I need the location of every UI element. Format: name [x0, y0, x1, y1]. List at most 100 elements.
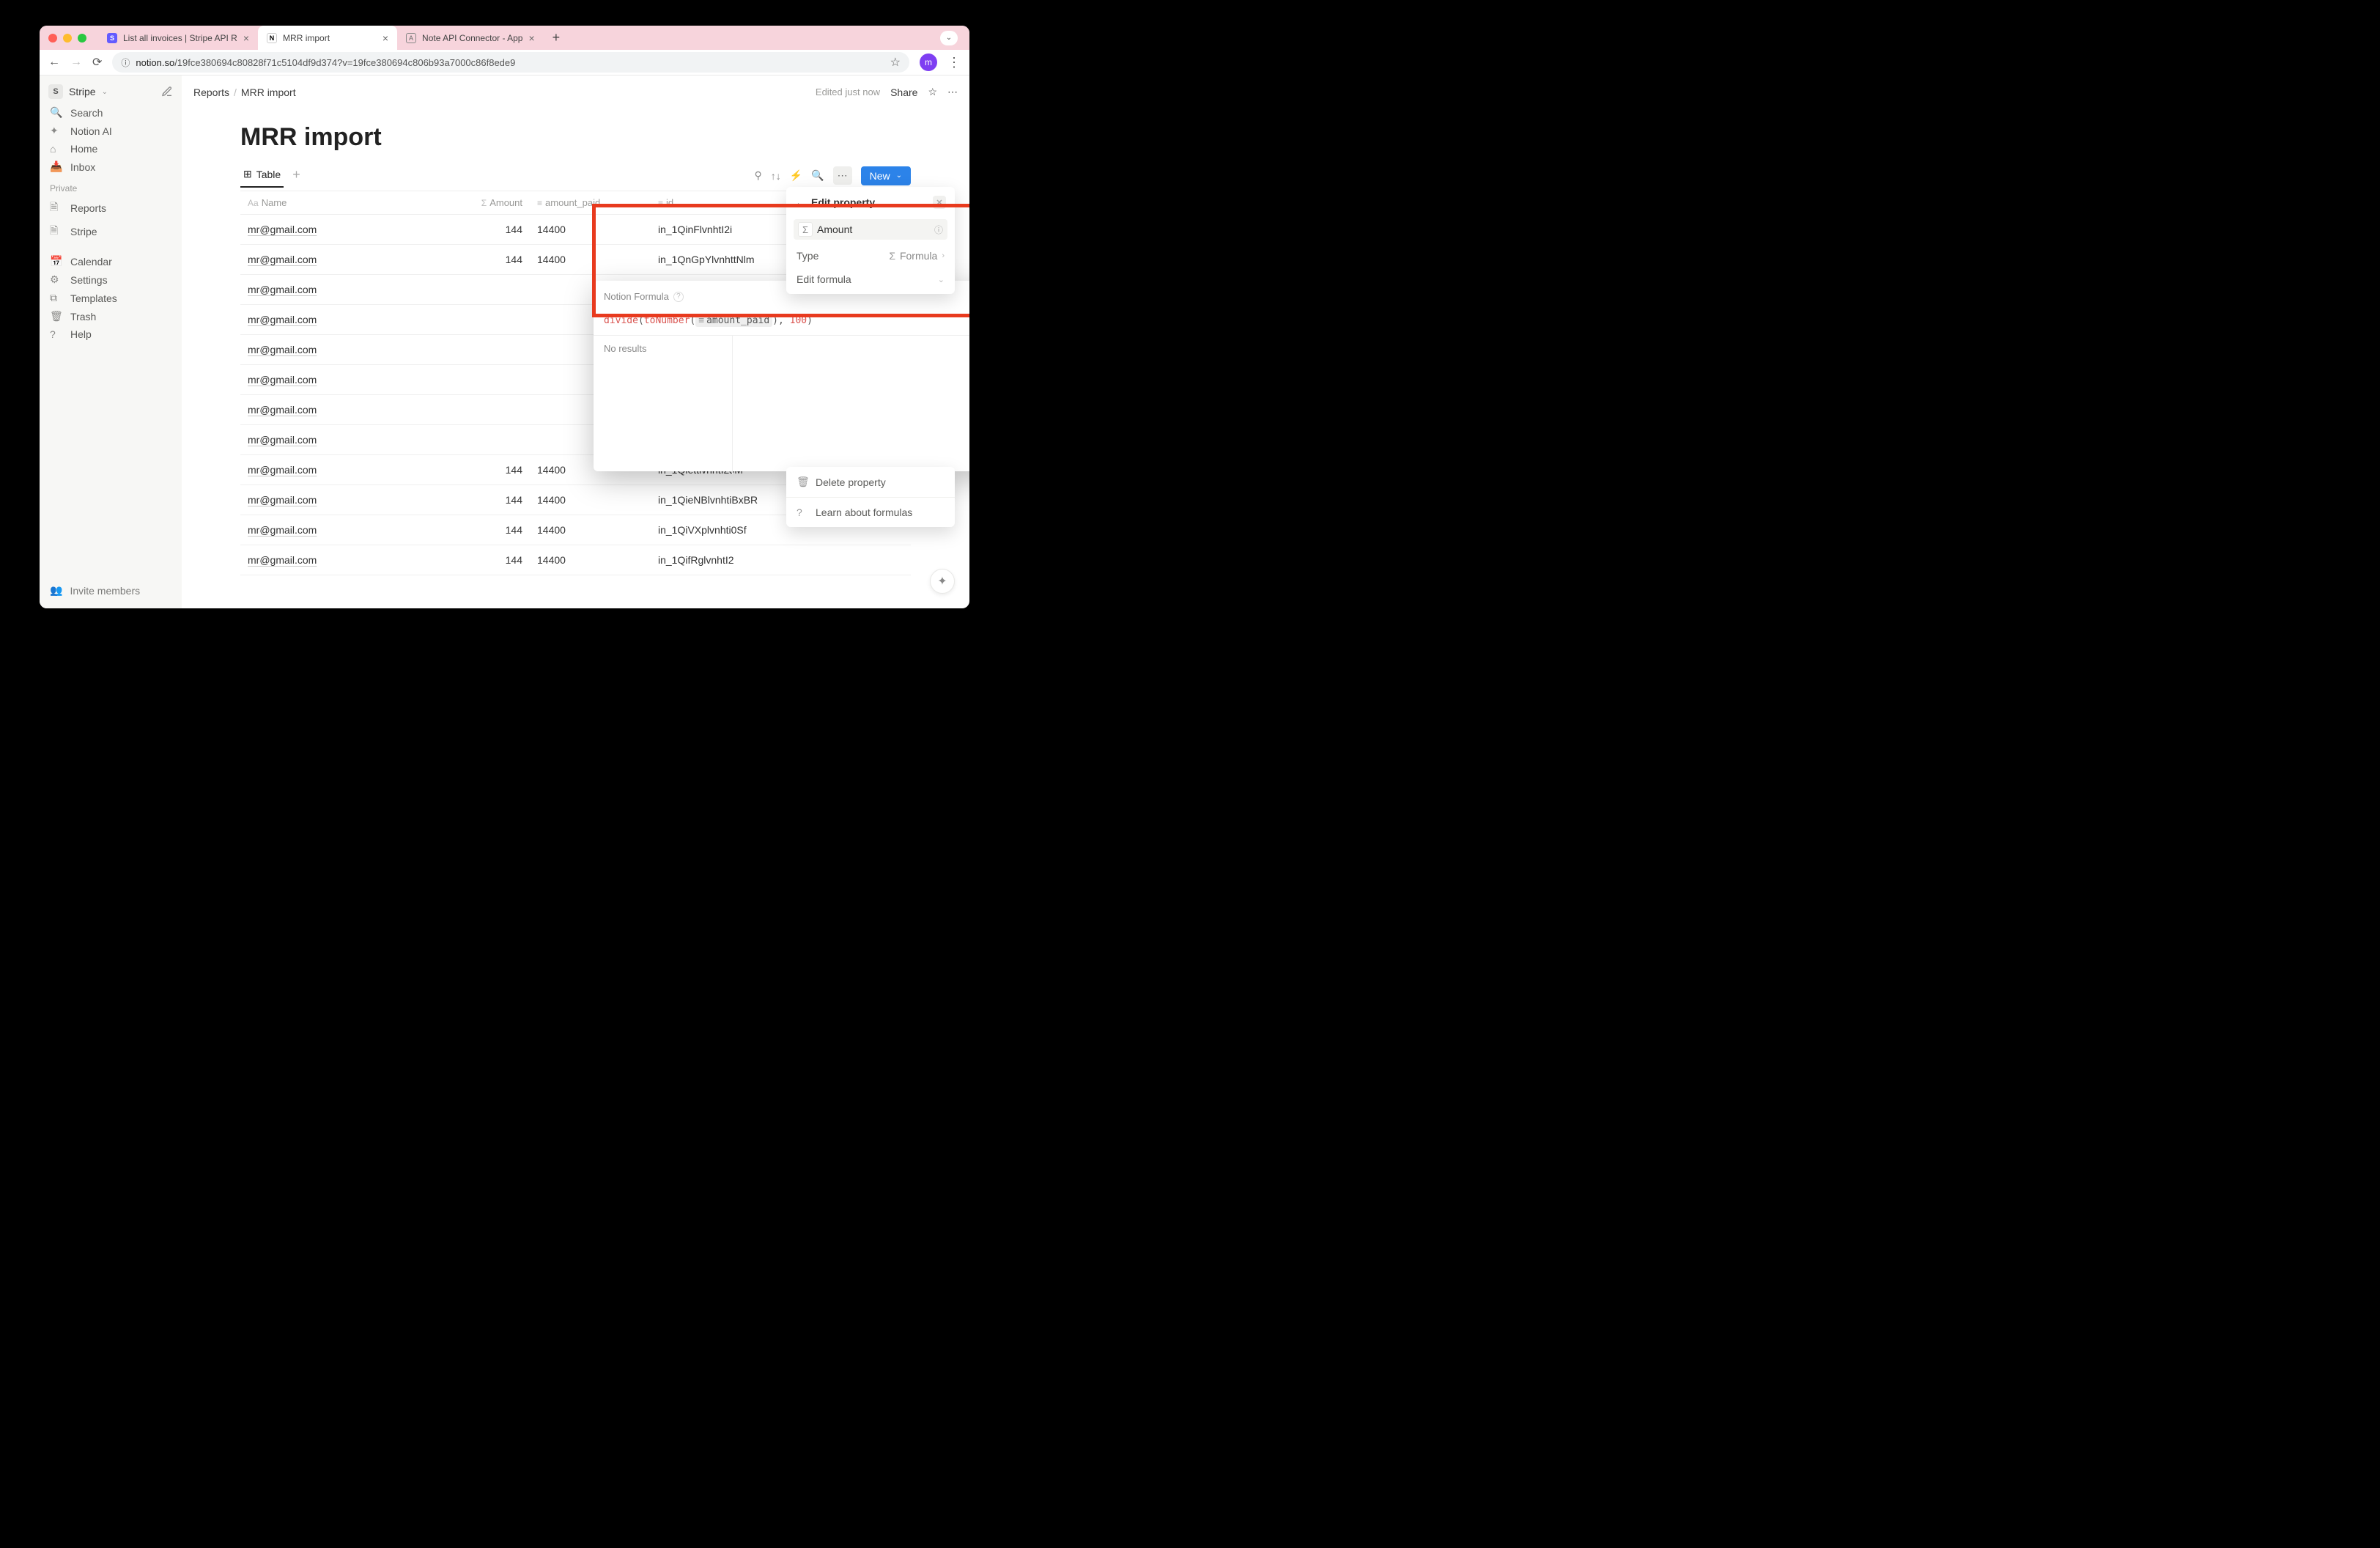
amount-cell[interactable]: 144	[409, 455, 530, 485]
sidebar-item-ai[interactable]: ✦Notion AI	[40, 122, 182, 140]
close-tab-icon[interactable]: ×	[382, 32, 388, 44]
add-view-button[interactable]: +	[292, 167, 300, 188]
amount-paid-cell[interactable]: 14400	[530, 515, 651, 545]
popover-header: ← Edit property ✕	[786, 190, 955, 215]
formula-code-input[interactable]: divide(toNumber(≡amount_paid), 100)	[594, 312, 969, 335]
id-cell[interactable]: in_1QifRglvnhtI2	[651, 545, 911, 575]
amount-paid-cell[interactable]: 14400	[530, 545, 651, 575]
amount-cell[interactable]	[409, 275, 530, 305]
url-bar[interactable]: ⓘ notion.so/19fce380694c80828f71c5104df9…	[112, 52, 909, 73]
name-cell[interactable]: mr@gmail.com	[248, 464, 317, 476]
name-cell[interactable]: mr@gmail.com	[248, 224, 317, 235]
close-icon[interactable]: ✕	[933, 196, 946, 209]
amount-cell[interactable]	[409, 305, 530, 335]
automation-icon[interactable]: ⚡	[790, 169, 802, 182]
name-cell[interactable]: mr@gmail.com	[248, 554, 317, 566]
nav-back-button[interactable]: ←	[48, 56, 60, 69]
back-icon[interactable]: ←	[795, 196, 805, 208]
edit-formula-row[interactable]: Edit formula ⌄	[786, 268, 955, 291]
sidebar-item-search[interactable]: 🔍Search	[40, 103, 182, 122]
name-cell[interactable]: mr@gmail.com	[248, 314, 317, 325]
minimize-window-button[interactable]	[63, 34, 72, 43]
invite-members-button[interactable]: 👥Invite members	[40, 577, 182, 604]
amount-paid-cell[interactable]: 14400	[530, 215, 651, 245]
browser-menu-icon[interactable]: ⋮	[947, 55, 961, 70]
breadcrumb-reports[interactable]: Reports	[193, 86, 229, 98]
name-cell[interactable]: mr@gmail.com	[248, 284, 317, 295]
filter-icon[interactable]: ⚲	[754, 169, 761, 182]
amount-cell[interactable]: 144	[409, 515, 530, 545]
ai-fab-button[interactable]: ✦	[930, 569, 955, 594]
sidebar-item-calendar[interactable]: 📅Calendar	[40, 252, 182, 270]
name-cell[interactable]: mr@gmail.com	[248, 344, 317, 355]
property-type-row[interactable]: Type ΣFormula›	[786, 244, 955, 268]
chevron-down-icon: ⌄	[896, 172, 902, 180]
page-menu-icon[interactable]: ⋯	[947, 86, 958, 98]
share-button[interactable]: Share	[890, 86, 917, 98]
view-tab-table[interactable]: ⊞ Table	[240, 168, 284, 188]
page-title[interactable]: MRR import	[240, 123, 911, 152]
home-icon: ⌂	[50, 143, 63, 155]
nav-reload-button[interactable]: ⟳	[92, 55, 102, 70]
new-page-icon[interactable]	[161, 86, 173, 97]
view-more-icon[interactable]: ⋯	[833, 166, 852, 185]
amount-paid-cell[interactable]: 14400	[530, 485, 651, 515]
help-icon[interactable]: ?	[673, 292, 684, 302]
close-tab-icon[interactable]: ×	[243, 32, 249, 44]
name-cell[interactable]: mr@gmail.com	[248, 404, 317, 416]
info-icon[interactable]: ⓘ	[934, 224, 943, 236]
sort-icon[interactable]: ↑↓	[771, 170, 781, 182]
column-header-name[interactable]: AaName	[240, 191, 409, 215]
close-tab-icon[interactable]: ×	[528, 32, 534, 44]
sidebar-item-help[interactable]: ?Help	[40, 325, 182, 343]
tab-overflow-button[interactable]: ⌄	[940, 31, 958, 45]
amount-cell[interactable]: 144	[409, 545, 530, 575]
workspace-switcher[interactable]: S Stripe ⌄	[40, 80, 182, 103]
page-icon: 🗎	[50, 199, 63, 217]
amount-cell[interactable]	[409, 335, 530, 365]
amount-paid-cell[interactable]: 14400	[530, 245, 651, 275]
sidebar-item-home[interactable]: ⌂Home	[40, 140, 182, 158]
learn-formulas-row[interactable]: ? Learn about formulas	[786, 501, 955, 524]
nav-forward-button[interactable]: →	[70, 56, 82, 69]
new-tab-button[interactable]: +	[544, 26, 569, 50]
sidebar-item-inbox[interactable]: 📥Inbox	[40, 158, 182, 176]
sidebar-item-trash[interactable]: 🗑Trash	[40, 307, 182, 325]
breadcrumb-current[interactable]: MRR import	[241, 86, 296, 98]
bookmark-icon[interactable]: ☆	[890, 55, 901, 70]
profile-avatar[interactable]: m	[920, 54, 937, 71]
name-cell[interactable]: mr@gmail.com	[248, 374, 317, 386]
trash-icon: 🗑	[797, 476, 808, 488]
name-cell[interactable]: mr@gmail.com	[248, 254, 317, 265]
amount-cell[interactable]	[409, 365, 530, 395]
sidebar-item-templates[interactable]: ⧉Templates	[40, 289, 182, 307]
formula-icon: Σ	[889, 250, 895, 262]
name-cell[interactable]: mr@gmail.com	[248, 494, 317, 506]
close-window-button[interactable]	[48, 34, 57, 43]
search-icon[interactable]: 🔍	[811, 169, 824, 182]
sidebar-item-reports[interactable]: 🗎Reports	[40, 196, 182, 220]
amount-cell[interactable]: 144	[409, 245, 530, 275]
learn-label: Learn about formulas	[816, 506, 912, 518]
browser-tab-notion[interactable]: N MRR import ×	[258, 26, 397, 50]
site-info-icon[interactable]: ⓘ	[121, 56, 130, 69]
favorite-icon[interactable]: ☆	[928, 86, 937, 98]
sidebar-item-stripe[interactable]: 🗎Stripe	[40, 220, 182, 243]
property-name-field[interactable]: Σ Amount ⓘ	[794, 219, 947, 240]
delete-property-row[interactable]: 🗑 Delete property	[786, 470, 955, 494]
browser-tab-stripe[interactable]: S List all invoices | Stripe API R ×	[98, 26, 258, 50]
column-header-amount-paid[interactable]: ≡amount_paid	[530, 191, 651, 215]
column-header-amount[interactable]: ΣAmount	[409, 191, 530, 215]
sidebar-item-settings[interactable]: ⚙Settings	[40, 270, 182, 289]
table-row[interactable]: mr@gmail.com 14414400in_1QifRglvnhtI2	[240, 545, 911, 575]
amount-cell[interactable]: 144	[409, 485, 530, 515]
amount-cell[interactable]: 144	[409, 215, 530, 245]
amount-cell[interactable]	[409, 425, 530, 455]
amount-cell[interactable]	[409, 395, 530, 425]
maximize-window-button[interactable]	[78, 34, 86, 43]
new-button[interactable]: New⌄	[861, 166, 911, 185]
browser-tab-connector[interactable]: A Note API Connector - App ×	[397, 26, 544, 50]
ai-icon: ✦	[937, 574, 947, 589]
name-cell[interactable]: mr@gmail.com	[248, 524, 317, 536]
name-cell[interactable]: mr@gmail.com	[248, 434, 317, 446]
